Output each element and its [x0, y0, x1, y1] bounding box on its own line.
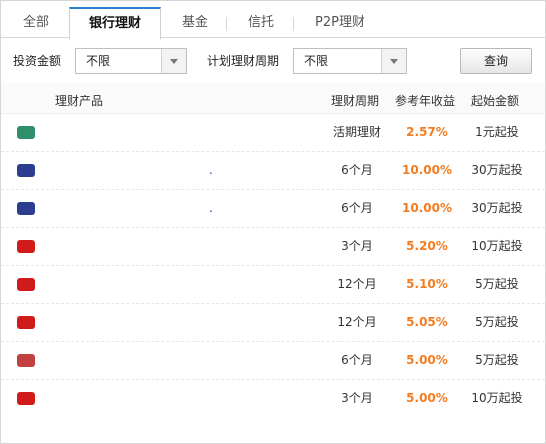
product-min-amount: 30万起投 — [471, 201, 523, 215]
product-table: 理财产品 理财周期 参考年收益 起始金额 活期理财 2.57% 1元起投 . 6… — [1, 83, 545, 417]
product-period: 6个月 — [341, 163, 373, 177]
category-tabs: 全部 银行理财 基金 信托 P2P理财 — [1, 1, 545, 40]
period-label: 计划理财周期 — [207, 54, 280, 68]
product-min-amount: 10万起投 — [471, 239, 523, 253]
table-row[interactable]: 6个月 5.00% 5万起投 — [1, 342, 545, 380]
amount-label: 投资金额 — [13, 54, 62, 68]
product-yield: 10.00% — [402, 163, 452, 177]
product-period: 12个月 — [337, 315, 377, 329]
bank-logo-icon — [17, 278, 35, 291]
bank-logo-icon — [17, 126, 35, 139]
product-min-amount: 1元起投 — [475, 125, 519, 139]
bank-logo-icon — [17, 354, 35, 367]
amount-select-value: 不限 — [86, 54, 111, 68]
product-period: 活期理财 — [332, 125, 381, 139]
product-min-amount: 30万起投 — [471, 163, 523, 177]
table-row[interactable]: 12个月 5.10% 5万起投 — [1, 266, 545, 304]
tab-all[interactable]: 全部 — [23, 11, 49, 35]
tab-p2p[interactable]: P2P理财 — [315, 11, 365, 35]
table-row[interactable]: 活期理财 2.57% 1元起投 — [1, 114, 545, 152]
product-finder-panel: 全部 银行理财 基金 信托 P2P理财 投资金额 不限 计划理财周期 不限 查询… — [0, 0, 546, 444]
bank-logo-icon — [17, 164, 35, 177]
filter-bar: 投资金额 不限 计划理财周期 不限 查询 — [1, 38, 545, 82]
query-button[interactable]: 查询 — [460, 48, 532, 74]
table-header: 理财产品 理财周期 参考年收益 起始金额 — [1, 83, 545, 114]
bank-logo-icon — [17, 240, 35, 253]
product-period: 6个月 — [341, 353, 373, 367]
tab-bank-wealth[interactable]: 银行理财 — [69, 7, 161, 40]
product-min-amount: 10万起投 — [471, 391, 523, 405]
period-select[interactable]: 不限 — [293, 48, 407, 74]
product-min-amount: 5万起投 — [475, 315, 519, 329]
product-min-amount: 5万起投 — [475, 353, 519, 367]
chevron-down-icon[interactable] — [161, 49, 186, 73]
product-yield: 5.00% — [406, 391, 448, 405]
bank-logo-icon — [17, 202, 35, 215]
header-min: 起始金额 — [471, 94, 520, 108]
table-row[interactable]: . 6个月 10.00% 30万起投 — [1, 190, 545, 228]
product-period: 12个月 — [337, 277, 377, 291]
header-yield: 参考年收益 — [395, 94, 456, 108]
product-yield: 5.20% — [406, 239, 448, 253]
tab-trust[interactable]: 信托 — [248, 11, 274, 35]
table-row[interactable]: 3个月 5.20% 10万起投 — [1, 228, 545, 266]
bank-logo-icon — [17, 316, 35, 329]
product-period: 3个月 — [341, 391, 373, 405]
chevron-down-icon[interactable] — [381, 49, 406, 73]
product-period: 6个月 — [341, 201, 373, 215]
tab-divider — [226, 17, 227, 31]
product-period: 3个月 — [341, 239, 373, 253]
table-row[interactable]: 12个月 5.05% 5万起投 — [1, 304, 545, 342]
tab-divider — [293, 17, 294, 31]
header-name: 理财产品 — [55, 94, 104, 108]
period-select-value: 不限 — [304, 54, 329, 68]
bank-logo-icon — [17, 392, 35, 405]
header-period: 理财周期 — [331, 94, 380, 108]
table-row[interactable]: 3个月 5.00% 10万起投 — [1, 380, 545, 417]
product-yield: 2.57% — [406, 125, 448, 139]
product-yield: 10.00% — [402, 201, 452, 215]
table-row[interactable]: . 6个月 10.00% 30万起投 — [1, 152, 545, 190]
amount-select[interactable]: 不限 — [75, 48, 187, 74]
product-yield: 5.05% — [406, 315, 448, 329]
product-yield: 5.00% — [406, 353, 448, 367]
product-min-amount: 5万起投 — [475, 277, 519, 291]
product-yield: 5.10% — [406, 277, 448, 291]
tab-fund[interactable]: 基金 — [182, 11, 208, 35]
